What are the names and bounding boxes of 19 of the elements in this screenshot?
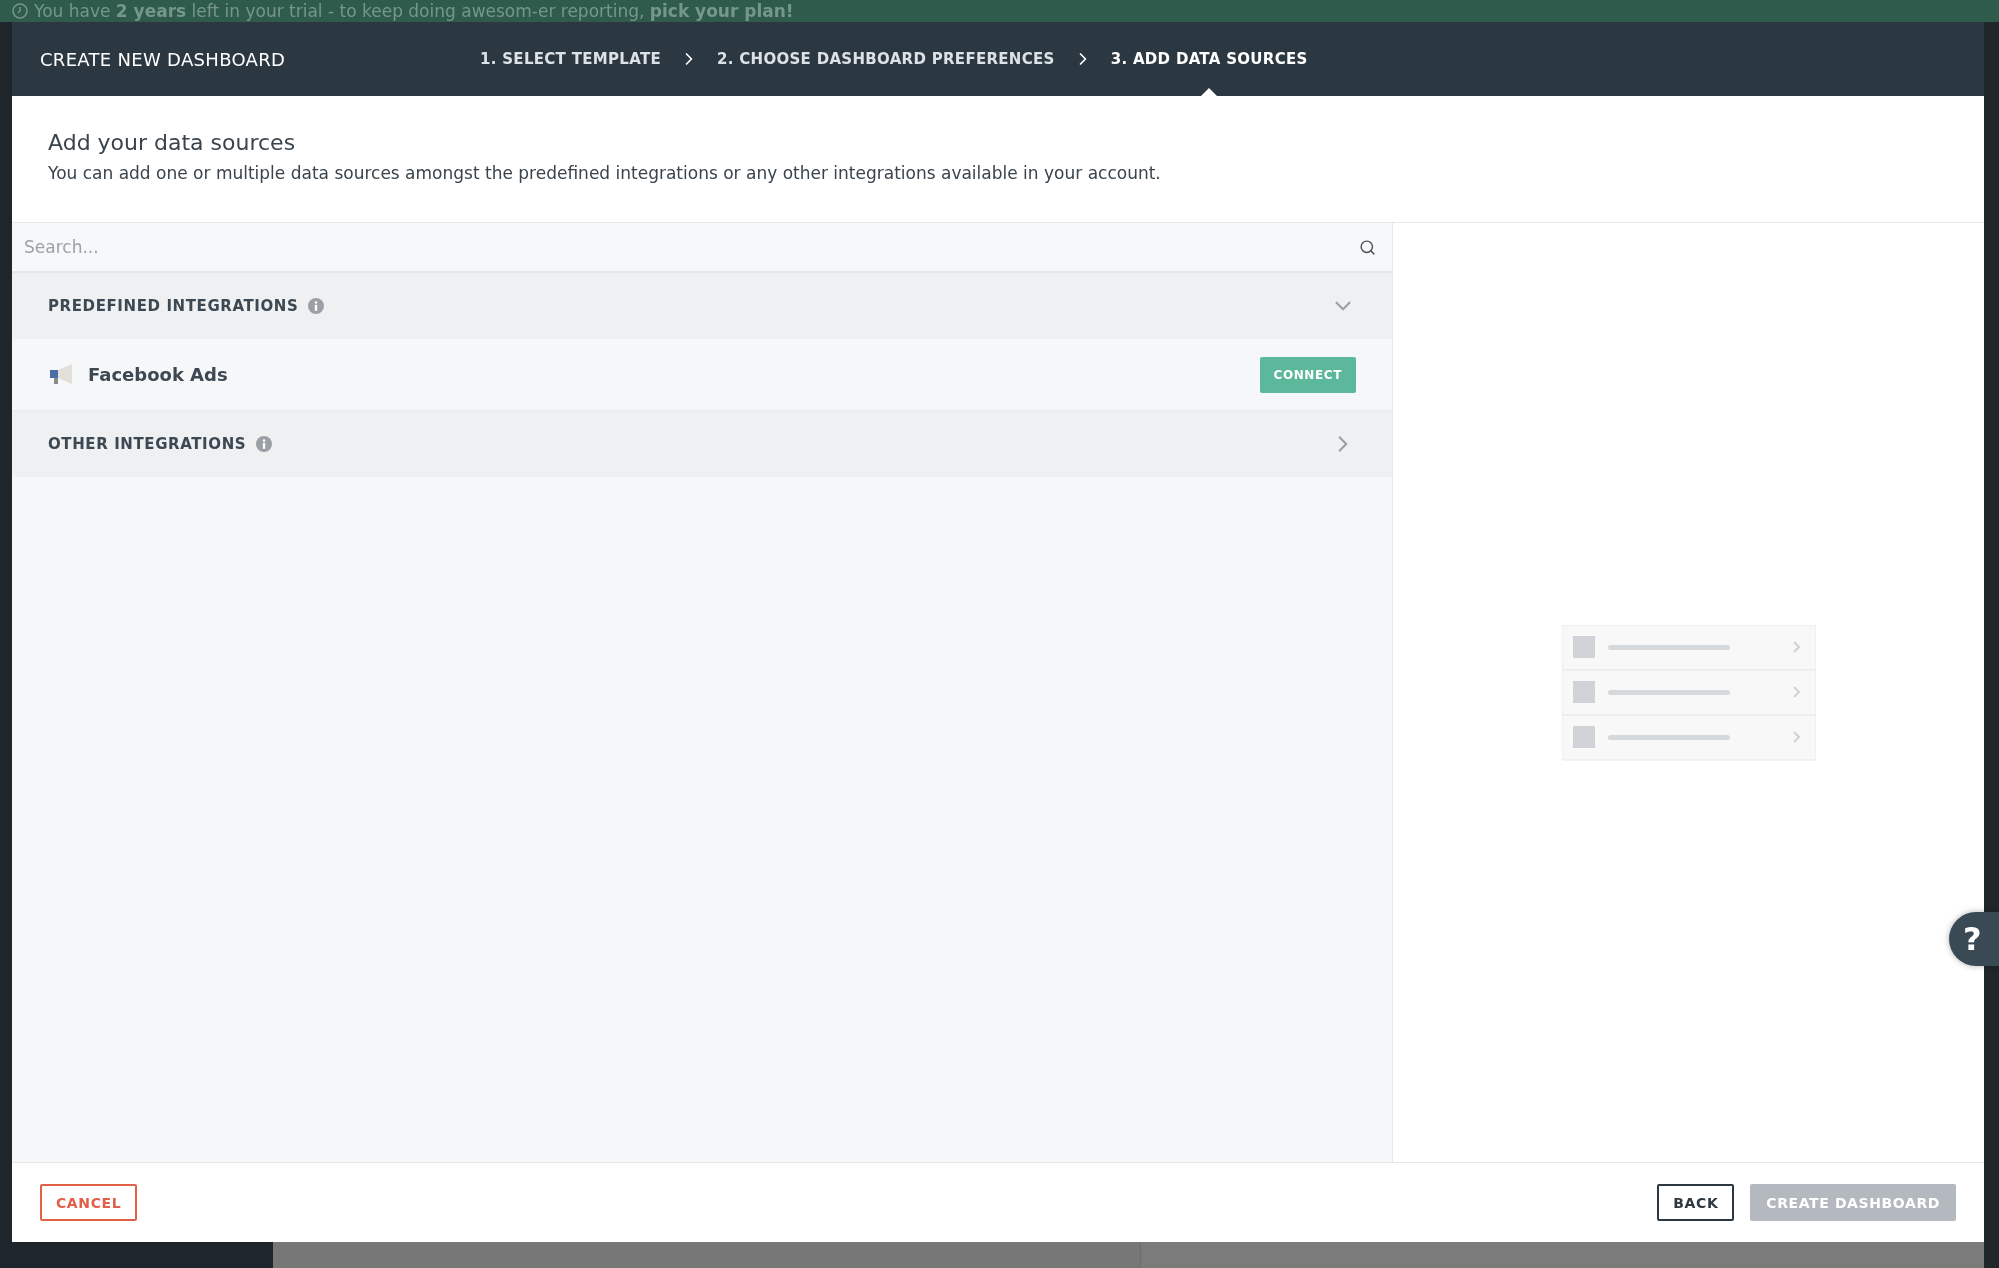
clock-icon (12, 3, 28, 19)
back-button[interactable]: BACK (1657, 1184, 1735, 1221)
trial-message: You have 2 years left in your trial - to keep doing awesom-er reporting, pick your plan! (34, 0, 794, 22)
section-title: OTHER INTEGRATIONS (48, 435, 247, 453)
cancel-button[interactable]: CANCEL (40, 1184, 138, 1221)
wizard-step[interactable]: 2. CHOOSE DASHBOARD PREFERENCES (716, 22, 1055, 96)
section-header[interactable]: PREDEFINED INTEGRATIONS (12, 273, 1392, 339)
section-title: PREDEFINED INTEGRATIONS (48, 297, 299, 315)
dialog-title: CREATE NEW DASHBOARD (40, 48, 287, 70)
section-heading: Add your data sources (48, 130, 297, 155)
info-icon[interactable] (308, 298, 325, 314)
info-icon[interactable] (256, 436, 273, 452)
search-field[interactable]: Search... (22, 236, 1359, 258)
search-icon (1359, 238, 1376, 256)
section-description: You can add one or multiple data sources amongst the predefined integrations or any other integrations available in your account. (48, 163, 1162, 183)
integration-name: Facebook Ads (88, 364, 228, 385)
wizard-step[interactable]: 1. SELECT TEMPLATE (480, 22, 661, 96)
section-header[interactable]: OTHER INTEGRATIONS (12, 411, 1392, 477)
wizard-step[interactable]: 3. ADD DATA SOURCES (1110, 22, 1308, 96)
